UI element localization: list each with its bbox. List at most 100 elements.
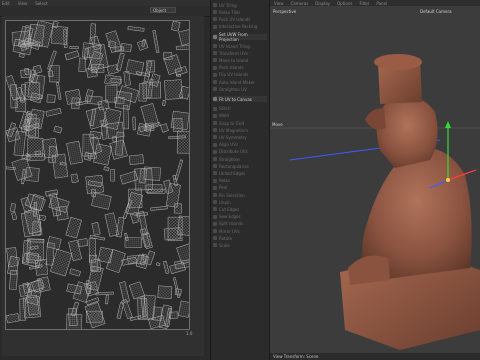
uv-menu-select[interactable]: Select: [35, 1, 47, 6]
uv-island[interactable]: [32, 64, 43, 74]
tool-item[interactable]: Weld: [213, 113, 267, 119]
uv-island[interactable]: [34, 150, 42, 156]
uv-island[interactable]: [6, 313, 20, 324]
uv-island[interactable]: [64, 50, 80, 61]
uv-island[interactable]: [78, 57, 87, 72]
tool-item[interactable]: Fit UV to Canvas: [213, 96, 267, 103]
vp-menu-cameras[interactable]: Cameras: [291, 1, 309, 6]
uv-island[interactable]: [143, 166, 161, 181]
tool-item[interactable]: Sew Edges: [213, 214, 267, 220]
tool-item[interactable]: Pin Selection: [213, 192, 267, 198]
uv-island[interactable]: [174, 159, 184, 181]
uv-island[interactable]: [128, 154, 144, 166]
uv-island[interactable]: [10, 203, 16, 212]
uv-island[interactable]: [171, 21, 181, 32]
uv-island[interactable]: [105, 30, 122, 54]
uv-island[interactable]: [157, 285, 173, 299]
uv-island[interactable]: [11, 212, 18, 221]
uv-island[interactable]: [176, 130, 189, 154]
gizmo-y-arrow[interactable]: [445, 121, 451, 128]
tool-item[interactable]: Set UVW From Projection: [213, 32, 267, 42]
3d-viewport[interactable]: [270, 0, 480, 360]
uv-island[interactable]: [53, 125, 63, 134]
uv-island[interactable]: [105, 294, 109, 305]
tool-item[interactable]: Relax Tiles: [213, 9, 267, 15]
tool-item[interactable]: Auto Island Maker: [213, 79, 267, 85]
uv-island[interactable]: [121, 299, 133, 319]
tool-item[interactable]: Snap to Grid: [213, 120, 267, 126]
uv-island[interactable]: [145, 184, 163, 193]
vp-menu-filter[interactable]: Filter: [359, 1, 369, 6]
uv-island[interactable]: [178, 300, 189, 318]
uv-island[interactable]: [127, 26, 145, 32]
uv-island[interactable]: [110, 169, 115, 182]
uv-island[interactable]: [142, 81, 162, 99]
uv-island[interactable]: [66, 140, 84, 165]
uv-island[interactable]: [9, 269, 18, 290]
tool-item[interactable]: Rectangularize: [213, 163, 267, 169]
tool-item[interactable]: Split Islands: [213, 221, 267, 227]
uv-island[interactable]: [46, 94, 56, 104]
tool-item[interactable]: UV Magnetism: [213, 127, 267, 133]
uv-island[interactable]: [69, 45, 79, 50]
tool-item[interactable]: Pack UV Islands: [213, 16, 267, 22]
uv-island[interactable]: [70, 173, 79, 184]
tool-item[interactable]: UV Island Tiling: [213, 43, 267, 49]
uv-island[interactable]: [65, 216, 82, 239]
uv-island[interactable]: [116, 52, 125, 71]
uv-island[interactable]: [175, 45, 189, 51]
uv-island[interactable]: [123, 71, 131, 86]
tool-item[interactable]: Stitch: [213, 106, 267, 112]
uv-island[interactable]: [106, 121, 125, 139]
uv-island[interactable]: [124, 237, 142, 248]
vp-menu-panel[interactable]: Panel: [376, 1, 387, 6]
uv-island[interactable]: [160, 123, 169, 133]
tool-item[interactable]: Peel: [213, 185, 267, 191]
uv-island[interactable]: [110, 78, 123, 84]
tool-item[interactable]: Relax: [213, 178, 267, 184]
uv-island[interactable]: [9, 84, 18, 109]
tool-item[interactable]: UV Symmetry: [213, 134, 267, 140]
vp-menu-view[interactable]: View: [274, 1, 284, 6]
uv-island[interactable]: [51, 153, 69, 179]
uv-island[interactable]: [18, 53, 25, 58]
tool-item[interactable]: Transform UVs: [213, 50, 267, 56]
uv-island[interactable]: [78, 238, 89, 247]
tool-item[interactable]: Unfold Edges: [213, 170, 267, 176]
uv-island[interactable]: [97, 247, 114, 264]
uv-island[interactable]: [128, 281, 145, 300]
tool-item[interactable]: Move to Island: [213, 57, 267, 63]
tool-item[interactable]: Flip UV Islands: [213, 72, 267, 78]
uv-island[interactable]: [88, 254, 99, 271]
uv-island[interactable]: [178, 28, 189, 46]
uv-island[interactable]: [169, 262, 186, 275]
uv-island[interactable]: [119, 281, 130, 303]
uv-island[interactable]: [91, 222, 101, 236]
uv-island[interactable]: [103, 166, 110, 172]
uv-island[interactable]: [26, 252, 40, 264]
uv-island[interactable]: [162, 260, 170, 274]
uv-island[interactable]: [162, 99, 166, 107]
uv-island[interactable]: [84, 302, 106, 329]
tool-item[interactable]: Distribute UVs: [213, 149, 267, 155]
tool-item[interactable]: Mirror UVs: [213, 228, 267, 234]
uv-island[interactable]: [137, 123, 152, 137]
uv-island[interactable]: [71, 97, 80, 110]
uv-island[interactable]: [25, 153, 29, 157]
uv-island[interactable]: [38, 214, 46, 221]
uv-island[interactable]: [50, 25, 69, 45]
uv-island[interactable]: [116, 302, 124, 319]
viewport-camera-label[interactable]: Default Camera: [420, 9, 452, 14]
uv-menu-edit[interactable]: Edit: [2, 1, 10, 6]
uv-menu-view[interactable]: View: [18, 1, 28, 6]
uv-island[interactable]: [169, 311, 179, 319]
uv-island[interactable]: [132, 116, 136, 131]
vp-menu-display[interactable]: Display: [315, 1, 330, 6]
uv-island[interactable]: [167, 216, 183, 242]
uv-island[interactable]: [24, 67, 30, 76]
uv-island[interactable]: [104, 212, 119, 237]
tool-item[interactable]: UV Tiling: [213, 2, 267, 8]
tool-item[interactable]: Scale: [213, 242, 267, 248]
uv-island[interactable]: [170, 110, 189, 130]
tool-item[interactable]: Align UVs: [213, 142, 267, 148]
